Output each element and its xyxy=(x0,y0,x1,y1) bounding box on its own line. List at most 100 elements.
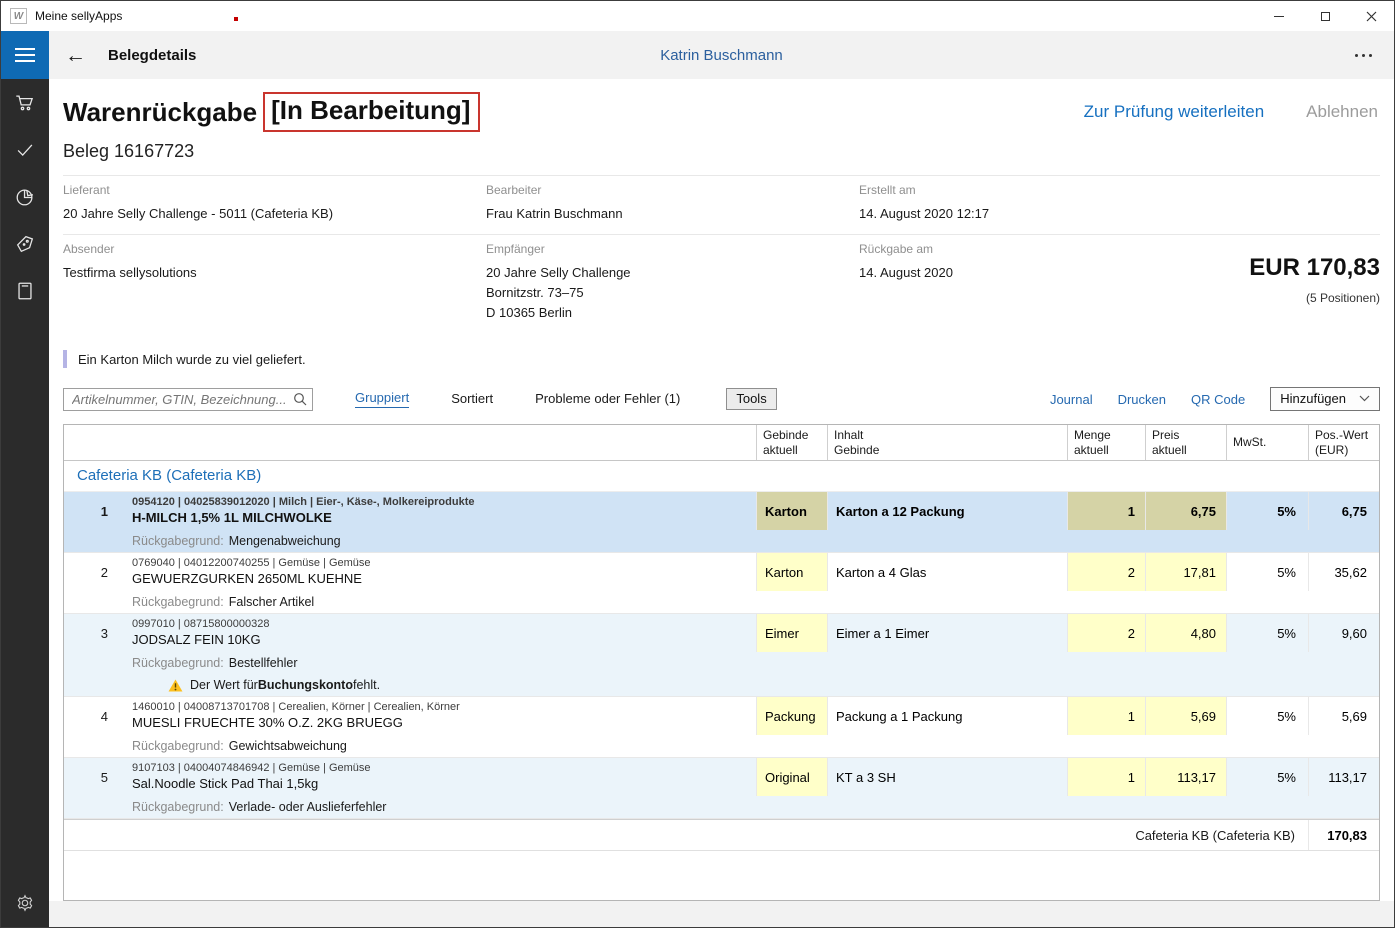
positions-table: Gebindeaktuell InhaltGebinde Mengeaktuel… xyxy=(63,424,1380,901)
return-reason-row: Rückgabegrund: Mengenabweichung xyxy=(64,530,1379,552)
sidebar-item-check[interactable] xyxy=(1,126,49,173)
editor-label: Bearbeiter xyxy=(486,183,859,197)
recipient-value: 20 Jahre Selly Challenge Bornitzstr. 73–… xyxy=(486,263,859,323)
table-row[interactable]: 3 0997010 | 08715800000328 JODSALZ FEIN … xyxy=(64,614,1379,652)
minimize-icon xyxy=(1274,16,1284,17)
preis-cell[interactable]: 17,81 xyxy=(1145,553,1226,591)
print-link[interactable]: Drucken xyxy=(1118,392,1166,407)
poswert-cell: 9,60 xyxy=(1308,614,1379,652)
red-dot xyxy=(234,17,238,21)
group-total-row: Cafeteria KB (Cafeteria KB) 170,83 xyxy=(64,819,1379,851)
article-cell: 0954120 | 04025839012020 | Milch | Eier-… xyxy=(117,492,756,530)
journal-link[interactable]: Journal xyxy=(1050,392,1093,407)
position-number: 5 xyxy=(64,758,117,796)
menge-cell[interactable]: 2 xyxy=(1067,614,1145,652)
menge-cell[interactable]: 1 xyxy=(1067,697,1145,735)
preis-cell[interactable]: 4,80 xyxy=(1145,614,1226,652)
article-cell: 9107103 | 04004074846942 | Gemüse | Gemü… xyxy=(117,758,756,796)
table-row[interactable]: 5 9107103 | 04004074846942 | Gemüse | Ge… xyxy=(64,758,1379,796)
document-title: Warenrückgabe xyxy=(63,97,257,128)
position-row-group[interactable]: 3 0997010 | 08715800000328 JODSALZ FEIN … xyxy=(64,614,1379,697)
col-gebinde: Gebindeaktuell xyxy=(756,425,827,460)
inhalt-cell: KT a 3 SH xyxy=(827,758,1067,796)
close-icon xyxy=(1366,11,1377,22)
article-name: MUESLI FRUECHTE 30% O.Z. 2KG BRUEGG xyxy=(132,714,403,731)
article-name: GEWUERZGURKEN 2650ML KUEHNE xyxy=(132,570,362,587)
gebinde-cell[interactable]: Original xyxy=(756,758,827,796)
pie-chart-icon xyxy=(14,186,36,208)
table-row[interactable]: 4 1460010 | 04008713701708 | Cerealien, … xyxy=(64,697,1379,735)
table-row[interactable]: 1 0954120 | 04025839012020 | Milch | Eie… xyxy=(64,492,1379,530)
article-name: JODSALZ FEIN 10KG xyxy=(132,631,261,648)
positions-toolbar: Gruppiert Sortiert Probleme oder Fehler … xyxy=(63,387,1380,411)
col-inhalt: InhaltGebinde xyxy=(827,425,1067,460)
app-window: W Meine sellyApps xyxy=(0,0,1395,928)
position-row-group[interactable]: 5 9107103 | 04004074846942 | Gemüse | Ge… xyxy=(64,758,1379,819)
inhalt-cell: Packung a 1 Packung xyxy=(827,697,1067,735)
reject-button[interactable]: Ablehnen xyxy=(1306,102,1378,122)
back-button[interactable]: ← xyxy=(65,45,86,66)
poswert-cell: 5,69 xyxy=(1308,697,1379,735)
col-mwst: MwSt. xyxy=(1226,425,1308,460)
position-row-group[interactable]: 1 0954120 | 04025839012020 | Milch | Eie… xyxy=(64,492,1379,553)
menu-button[interactable] xyxy=(1,31,49,79)
sidebar-item-book[interactable] xyxy=(1,267,49,314)
document-note: Ein Karton Milch wurde zu viel geliefert… xyxy=(63,350,1380,368)
search-input[interactable] xyxy=(63,388,313,411)
maximize-button[interactable] xyxy=(1302,1,1348,31)
col-pos xyxy=(64,425,117,460)
sidebar-item-tags[interactable] xyxy=(1,220,49,267)
document-number: Beleg 16167723 xyxy=(63,141,1380,162)
sidebar-item-statistics[interactable] xyxy=(1,173,49,220)
article-name: Sal.Noodle Stick Pad Thai 1,5kg xyxy=(132,775,318,792)
editor-value: Frau Katrin Buschmann xyxy=(486,204,859,224)
gebinde-cell[interactable]: Packung xyxy=(756,697,827,735)
tab-problems[interactable]: Probleme oder Fehler (1) xyxy=(535,391,680,408)
tab-grouped[interactable]: Gruppiert xyxy=(355,390,409,408)
current-user: Katrin Buschmann xyxy=(49,47,1394,64)
position-row-group[interactable]: 2 0769040 | 04012200740255 | Gemüse | Ge… xyxy=(64,553,1379,614)
cart-icon xyxy=(14,92,36,114)
gear-icon xyxy=(14,892,36,914)
add-dropdown-button[interactable]: Hinzufügen xyxy=(1270,387,1380,411)
poswert-cell: 35,62 xyxy=(1308,553,1379,591)
article-cell: 0769040 | 04012200740255 | Gemüse | Gemü… xyxy=(117,553,756,591)
return-reason-row: Rückgabegrund: Gewichtsabweichung xyxy=(64,735,1379,757)
tools-button[interactable]: Tools xyxy=(726,388,776,410)
minimize-button[interactable] xyxy=(1256,1,1302,31)
return-date-value: 14. August 2020 xyxy=(859,263,953,283)
return-reason-row: Rückgabegrund: Bestellfehler xyxy=(64,652,1379,674)
tab-sorted[interactable]: Sortiert xyxy=(451,391,493,408)
return-reason-row: Rückgabegrund: Falscher Artikel xyxy=(64,591,1379,613)
menge-cell[interactable]: 1 xyxy=(1067,758,1145,796)
menge-cell[interactable]: 1 xyxy=(1067,492,1145,530)
qr-code-link[interactable]: QR Code xyxy=(1191,392,1245,407)
window-titlebar: W Meine sellyApps xyxy=(1,1,1394,31)
hamburger-icon xyxy=(15,48,35,50)
window-title: Meine sellyApps xyxy=(35,9,122,23)
table-header: Gebindeaktuell InhaltGebinde Mengeaktuel… xyxy=(64,425,1379,461)
sidebar-item-cart[interactable] xyxy=(1,79,49,126)
gebinde-cell[interactable]: Eimer xyxy=(756,614,827,652)
mwst-cell: 5% xyxy=(1226,697,1308,735)
gebinde-cell[interactable]: Karton xyxy=(756,553,827,591)
table-row[interactable]: 2 0769040 | 04012200740255 | Gemüse | Ge… xyxy=(64,553,1379,591)
forward-for-review-button[interactable]: Zur Prüfung weiterleiten xyxy=(1084,102,1264,122)
preis-cell[interactable]: 113,17 xyxy=(1145,758,1226,796)
sidebar xyxy=(1,31,49,927)
col-menge: Mengeaktuell xyxy=(1067,425,1145,460)
settings-button[interactable] xyxy=(1,885,49,921)
mwst-cell: 5% xyxy=(1226,758,1308,796)
position-number: 1 xyxy=(64,492,117,530)
close-button[interactable] xyxy=(1348,1,1394,31)
more-options-button[interactable] xyxy=(1352,48,1374,62)
preis-cell[interactable]: 5,69 xyxy=(1145,697,1226,735)
supplier-label: Lieferant xyxy=(63,183,486,197)
position-row-group[interactable]: 4 1460010 | 04008713701708 | Cerealien, … xyxy=(64,697,1379,758)
preis-cell[interactable]: 6,75 xyxy=(1145,492,1226,530)
menge-cell[interactable]: 2 xyxy=(1067,553,1145,591)
warning-row: Der Wert für Buchungskonto fehlt. xyxy=(64,674,1379,696)
gebinde-cell[interactable]: Karton xyxy=(756,492,827,530)
article-cell: 1460010 | 04008713701708 | Cerealien, Kö… xyxy=(117,697,756,735)
app-logo-icon: W xyxy=(10,8,27,24)
